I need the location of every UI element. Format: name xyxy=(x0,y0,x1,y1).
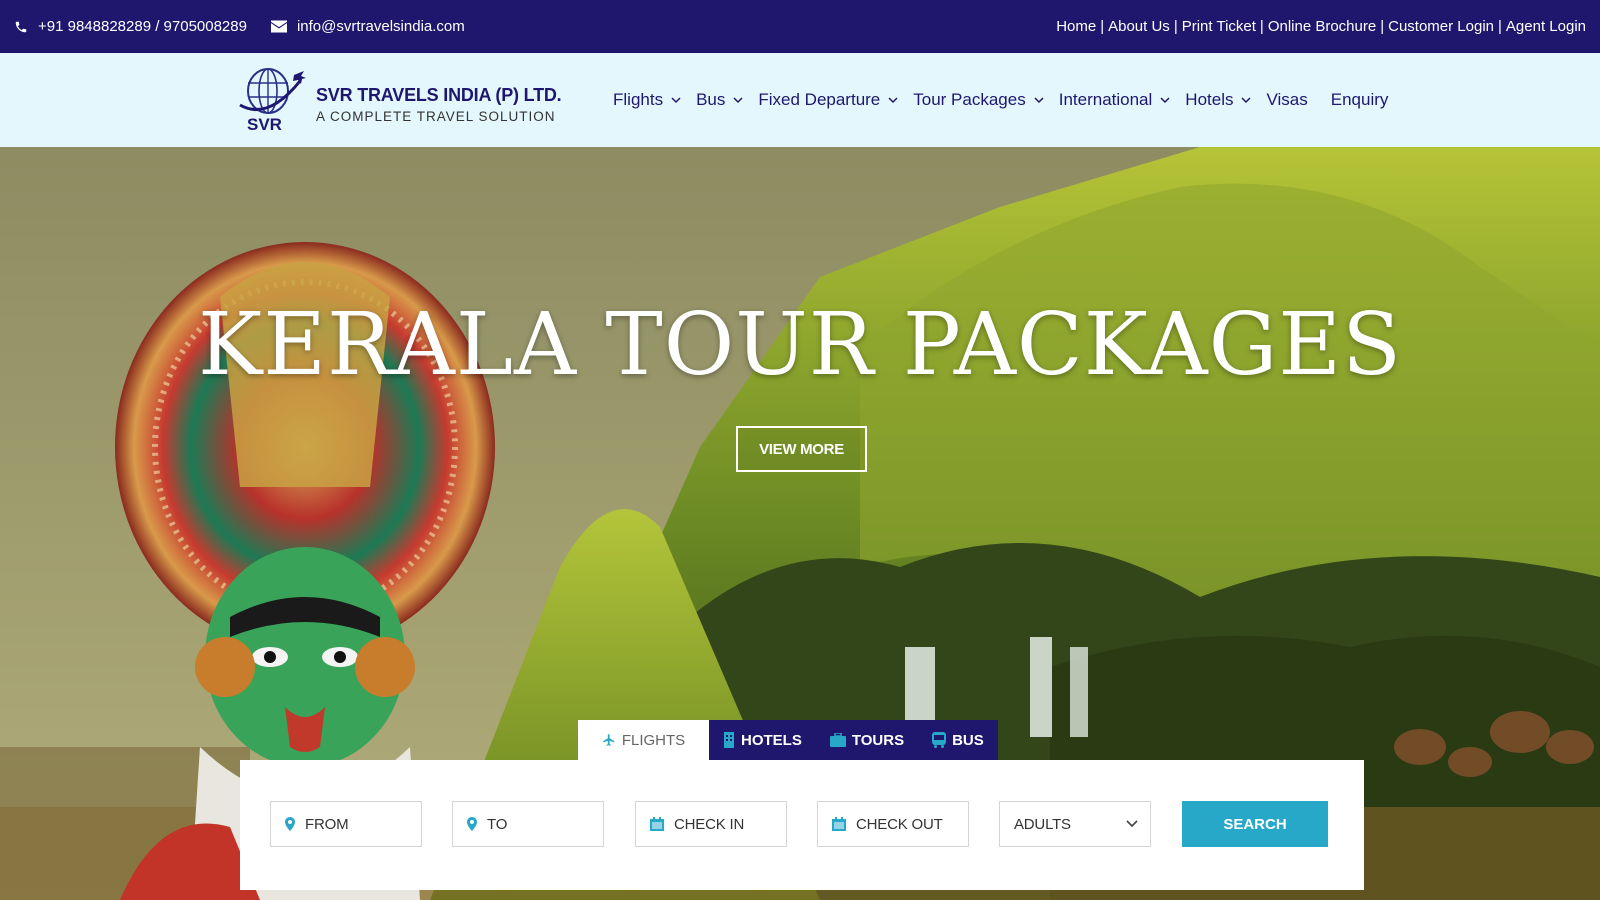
phone-number: +91 9848828289 / 9705008289 xyxy=(38,18,247,35)
tab-tours[interactable]: TOURS xyxy=(815,720,919,760)
email-address: info@svrtravelsindia.com xyxy=(296,18,465,35)
search-tabs: FLIGHTS HOTELS TOURS BUS xyxy=(578,720,998,760)
nav-item-label: Enquiry xyxy=(1330,90,1389,109)
nav-item-tour-packages[interactable]: Tour Packages xyxy=(913,90,1044,110)
tab-flights[interactable]: FLIGHTS xyxy=(578,720,709,760)
flight-search-panel: FROM TO CHECK IN CHECK OUT ADULTS SEARCH xyxy=(240,760,1364,890)
top-contact-bar: +91 9848828289 / 9705008289 info@svrtrav… xyxy=(0,0,1600,53)
nav-item-label: Hotels xyxy=(1185,90,1234,109)
check-out-placeholder: CHECK OUT xyxy=(856,815,943,833)
nav-item-hotels[interactable]: Hotels xyxy=(1185,90,1252,110)
nav-item-visas[interactable]: Visas xyxy=(1266,90,1307,110)
chevron-down-icon xyxy=(671,96,681,103)
nav-item-label: Fixed Departure xyxy=(758,90,881,109)
check-in-field[interactable]: CHECK IN xyxy=(635,801,787,847)
chevron-down-icon xyxy=(733,96,743,103)
nav-item-bus[interactable]: Bus xyxy=(696,90,743,110)
map-marker-icon xyxy=(285,817,295,831)
company-tagline: A COMPLETE TRAVEL SOLUTION xyxy=(316,109,556,124)
logo-mark-text: SVR xyxy=(247,115,282,133)
company-name: SVR TRAVELS INDIA (P) LTD. xyxy=(316,85,562,105)
top-link-online-brochure[interactable]: Online Brochure xyxy=(1268,18,1376,35)
top-link-agent-login[interactable]: Agent Login xyxy=(1506,18,1586,35)
main-header: SVR SVR TRAVELS INDIA (P) LTD. A COMPLET… xyxy=(0,53,1600,147)
from-placeholder: FROM xyxy=(305,815,349,833)
top-link-print-ticket[interactable]: Print Ticket xyxy=(1182,18,1256,35)
top-links: Home | About Us | Print Ticket | Online Bro… xyxy=(1056,18,1586,35)
top-link-about-us[interactable]: About Us xyxy=(1108,18,1170,35)
nav-item-label: Flights xyxy=(613,90,664,109)
tab-label: HOTELS xyxy=(741,731,802,749)
tab-label: BUS xyxy=(952,731,984,749)
chevron-down-icon xyxy=(1241,96,1252,103)
hero-title: KERALA TOUR PACKAGES xyxy=(197,295,1402,395)
check-in-placeholder: CHECK IN xyxy=(674,815,745,833)
bus-icon xyxy=(932,732,947,748)
map-marker-icon xyxy=(467,817,477,831)
plane-icon xyxy=(602,734,615,746)
view-more-button[interactable]: VIEW MORE xyxy=(736,426,867,472)
phone-contact[interactable]: +91 9848828289 / 9705008289 xyxy=(14,18,247,35)
envelope-icon xyxy=(270,20,287,33)
contact-info: +91 9848828289 / 9705008289 info@svrtrav… xyxy=(14,18,465,35)
calendar-icon xyxy=(650,817,664,831)
nav-item-international[interactable]: International xyxy=(1059,90,1171,110)
nav-item-flights[interactable]: Flights xyxy=(613,90,681,110)
suitcase-icon xyxy=(829,733,846,747)
nav-item-label: Visas xyxy=(1266,90,1308,109)
calendar-icon xyxy=(832,817,846,831)
adults-value: ADULTS xyxy=(1014,815,1071,833)
nav-item-enquiry[interactable]: Enquiry xyxy=(1331,90,1389,110)
globe-plane-logo-icon: SVR xyxy=(239,68,306,133)
main-nav: Flights Bus Fixed Departure Tour Package… xyxy=(613,53,1411,147)
nav-item-label: Bus xyxy=(696,90,726,109)
tab-label: TOURS xyxy=(851,731,905,749)
nav-item-label: International xyxy=(1058,90,1153,109)
email-contact[interactable]: info@svrtravelsindia.com xyxy=(270,18,465,35)
search-button[interactable]: SEARCH xyxy=(1182,801,1328,847)
building-icon xyxy=(724,732,734,748)
chevron-down-icon xyxy=(1126,820,1138,828)
to-placeholder: TO xyxy=(487,815,508,833)
tab-bus[interactable]: BUS xyxy=(918,720,998,760)
chevron-down-icon xyxy=(1160,96,1170,103)
phone-icon xyxy=(15,21,27,32)
nav-item-label: Tour Packages xyxy=(913,90,1026,109)
from-field[interactable]: FROM xyxy=(270,801,422,847)
nav-item-fixed-departure[interactable]: Fixed Departure xyxy=(758,90,898,110)
chevron-down-icon xyxy=(1034,96,1044,103)
adults-select[interactable]: ADULTS xyxy=(999,801,1151,847)
to-field[interactable]: TO xyxy=(452,801,604,847)
top-link-customer-login[interactable]: Customer Login xyxy=(1388,18,1494,35)
check-out-field[interactable]: CHECK OUT xyxy=(817,801,969,847)
company-logo[interactable]: SVR SVR TRAVELS INDIA (P) LTD. A COMPLET… xyxy=(238,67,562,133)
tab-hotels[interactable]: HOTELS xyxy=(709,720,816,760)
tab-label: FLIGHTS xyxy=(621,731,686,749)
top-link-home[interactable]: Home xyxy=(1056,18,1096,35)
chevron-down-icon xyxy=(888,96,898,103)
